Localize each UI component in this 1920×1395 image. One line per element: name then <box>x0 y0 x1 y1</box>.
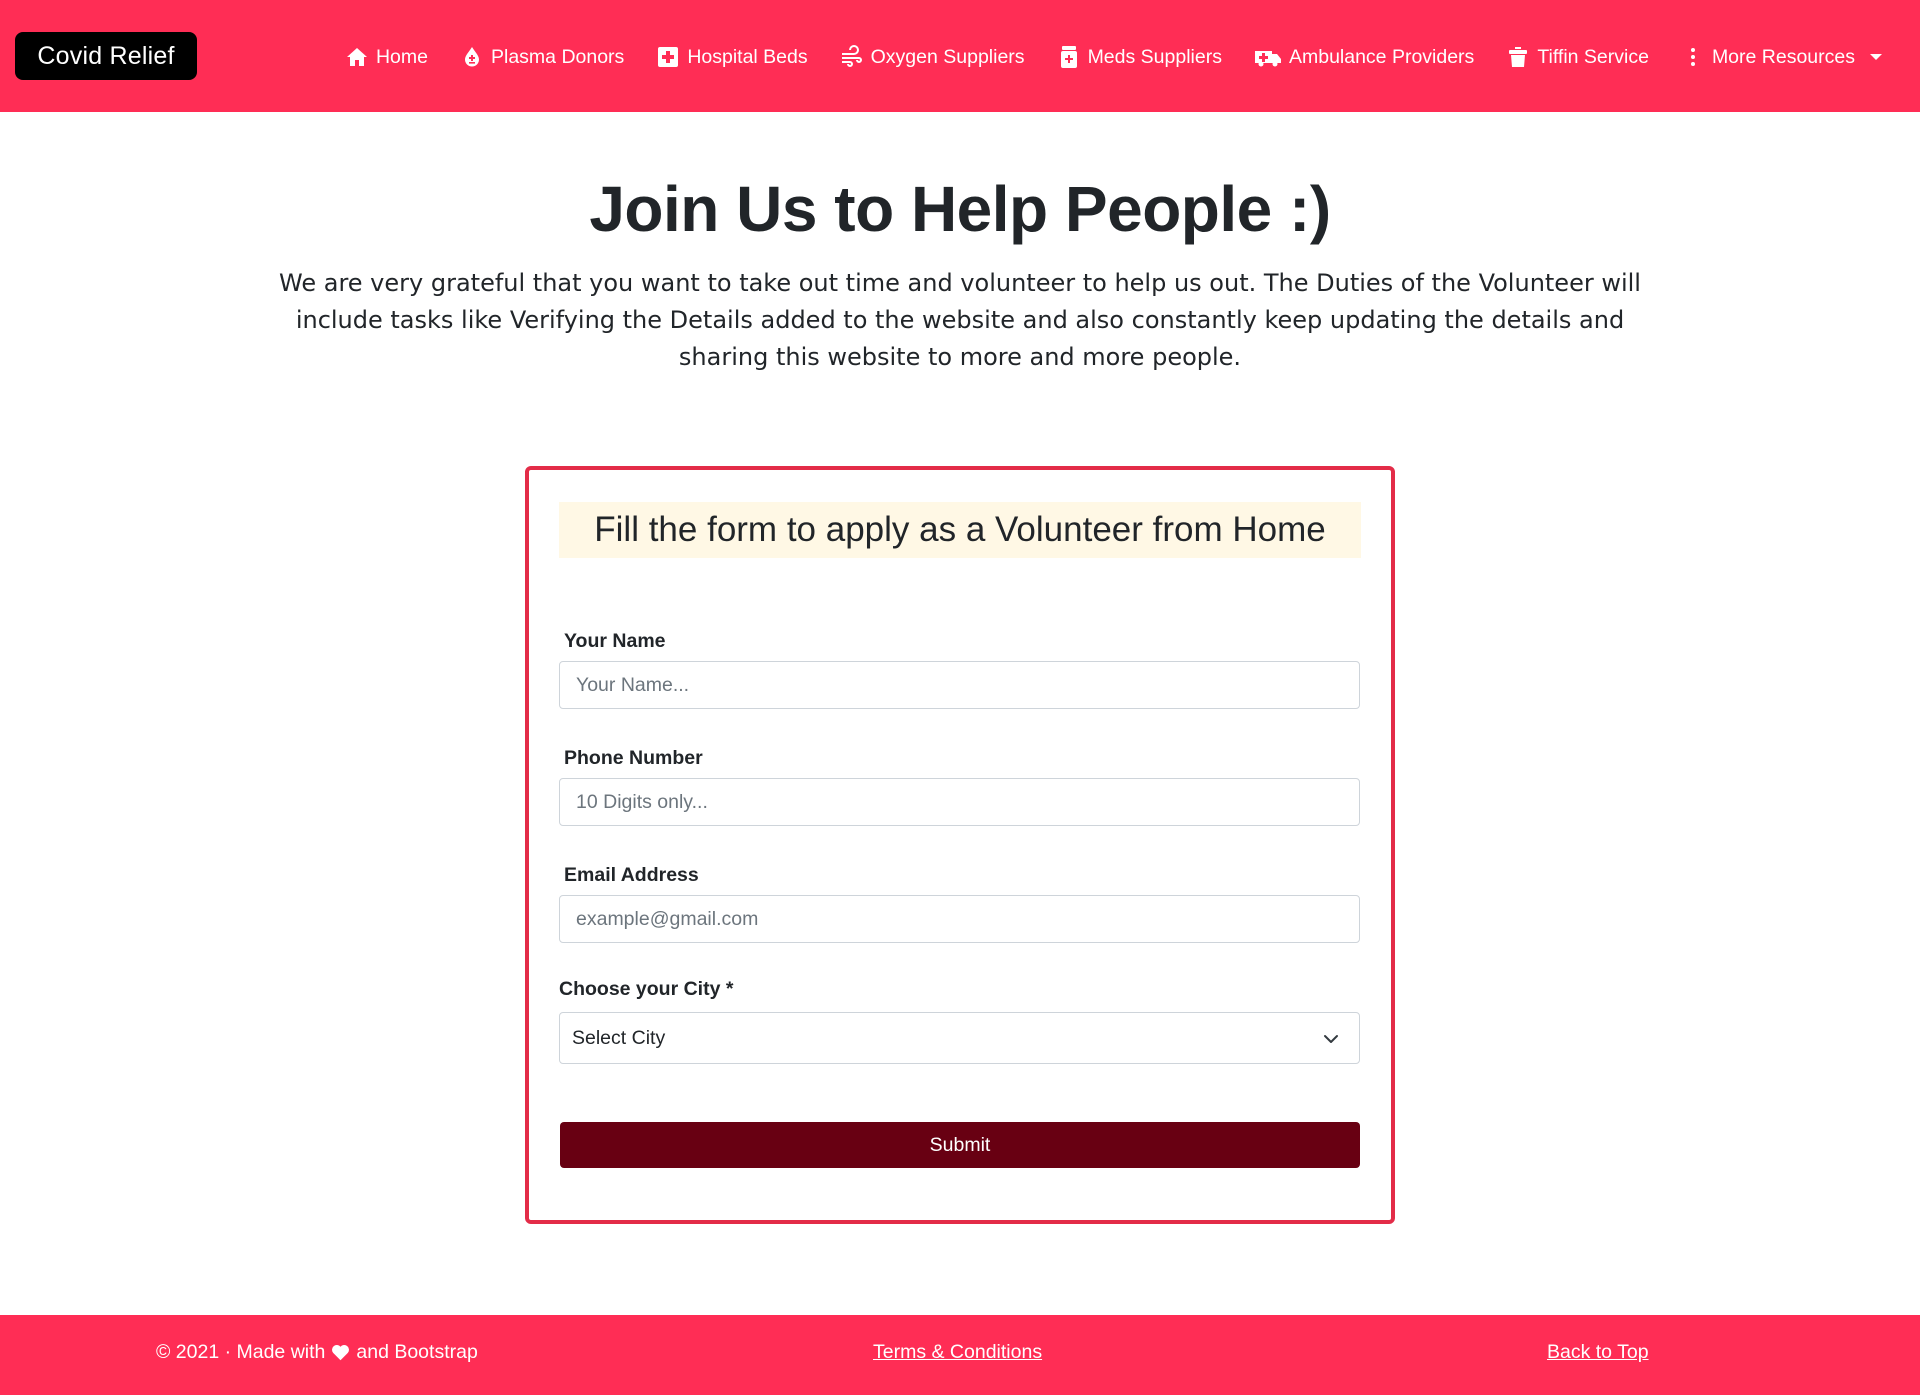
nav-label: Ambulance Providers <box>1288 45 1475 68</box>
medical-cross-icon <box>658 47 679 67</box>
tiffin-icon <box>1509 47 1528 67</box>
nav-label: Oxygen Suppliers <box>870 45 1025 68</box>
copyright-prefix: © 2021 · Made with <box>156 1341 326 1363</box>
terms-link[interactable]: Terms & Conditions <box>873 1341 1042 1364</box>
copyright-suffix: and Bootstrap <box>356 1341 478 1363</box>
nav-item-oxygen-suppliers[interactable]: Oxygen Suppliers <box>840 45 1025 69</box>
nav-item-more-resources[interactable]: More Resources <box>1681 45 1882 69</box>
main-nav: Home Plasma Donors Hospital Beds Oxygen … <box>345 41 1882 73</box>
city-label: Choose your City * <box>559 978 734 1000</box>
blood-drop-icon <box>465 47 479 67</box>
nav-item-home[interactable]: Home <box>345 45 428 69</box>
footer: © 2021 · Made with and Bootstrap Terms &… <box>0 1315 1920 1395</box>
email-label: Email Address <box>564 864 699 886</box>
nav-label: Home <box>375 45 428 68</box>
nav-label: Tiffin Service <box>1537 45 1649 68</box>
email-input[interactable] <box>559 895 1360 943</box>
city-select[interactable]: Select City <box>559 1012 1360 1064</box>
page-description: We are very grateful that you want to ta… <box>279 269 1641 371</box>
nav-item-plasma-donors[interactable]: Plasma Donors <box>460 45 624 69</box>
nav-item-tiffin-service[interactable]: Tiffin Service <box>1506 45 1649 69</box>
page-title: Join Us to Help People :) <box>589 173 1331 245</box>
nav-item-hospital-beds[interactable]: Hospital Beds <box>656 45 808 69</box>
name-label: Your Name <box>564 630 666 652</box>
phone-input[interactable] <box>559 778 1360 826</box>
brand-logo[interactable]: Covid Relief <box>15 32 197 80</box>
name-input[interactable] <box>559 661 1360 709</box>
nav-item-ambulance-providers[interactable]: Ambulance Providers <box>1254 45 1474 69</box>
nav-label: Plasma Donors <box>491 45 625 68</box>
nav-label: Meds Suppliers <box>1087 45 1222 68</box>
volunteer-form-card: Fill the form to apply as a Volunteer fr… <box>525 466 1395 1224</box>
top-navbar: Covid Relief Home Plasma Donors Hospital… <box>0 0 1920 112</box>
home-icon <box>346 48 367 66</box>
back-to-top-link[interactable]: Back to Top <box>1547 1341 1649 1364</box>
nav-label: More Resources <box>1711 45 1855 68</box>
submit-button[interactable]: Submit <box>560 1122 1360 1168</box>
phone-label: Phone Number <box>564 747 703 769</box>
pill-bottle-icon <box>1060 46 1077 68</box>
nav-item-meds-suppliers[interactable]: Meds Suppliers <box>1057 45 1222 69</box>
kebab-icon <box>1690 48 1695 66</box>
chevron-down-icon <box>1324 1035 1338 1043</box>
form-heading: Fill the form to apply as a Volunteer fr… <box>559 502 1361 558</box>
heart-icon <box>332 1344 350 1361</box>
city-select-value: Select City <box>572 1026 666 1049</box>
footer-copyright: © 2021 · Made with and Bootstrap <box>156 1341 478 1364</box>
ambulance-icon <box>1254 51 1281 67</box>
chevron-down-icon <box>1870 54 1882 60</box>
nav-label: Hospital Beds <box>687 45 808 68</box>
wind-icon <box>841 45 862 67</box>
